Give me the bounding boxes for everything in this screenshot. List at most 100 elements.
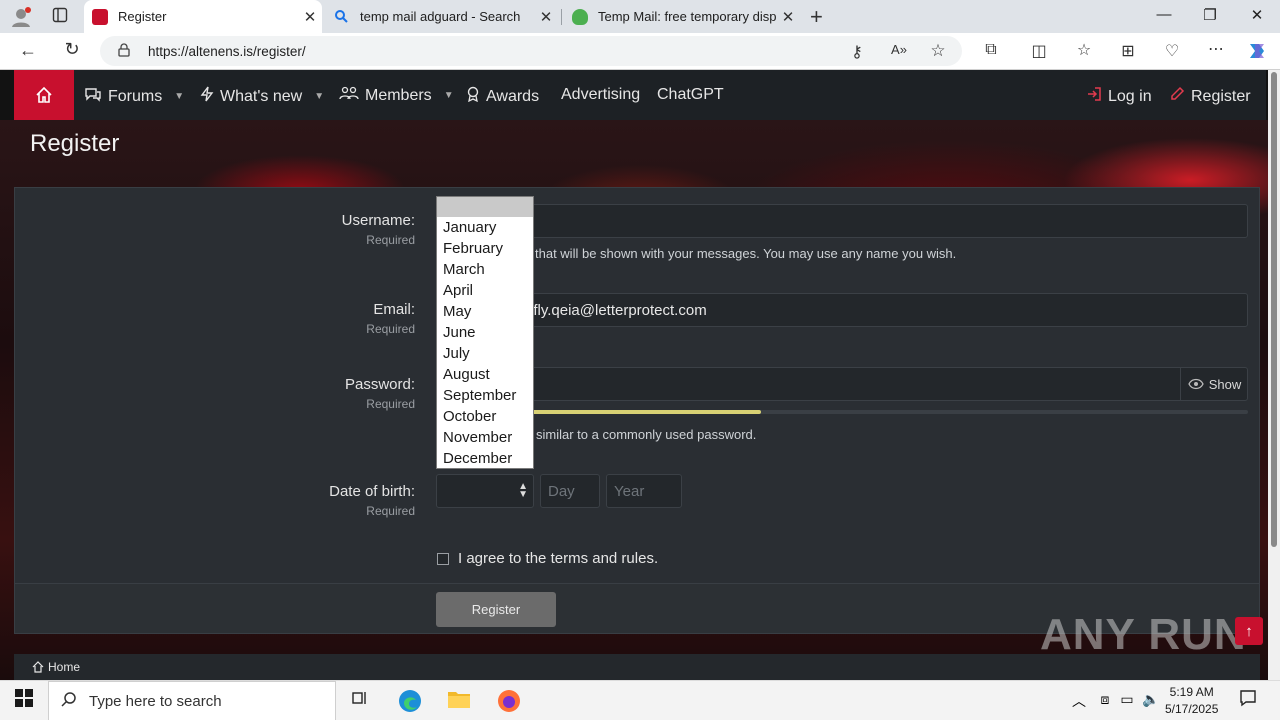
firefox-icon[interactable] [494,689,524,718]
key-icon[interactable]: ⚷ [846,42,868,62]
dob-label: Date of birth: [329,483,415,500]
back-icon[interactable]: ← [17,40,39,61]
email-label: Email: [373,301,415,318]
minimize-icon[interactable]: — [1154,6,1174,23]
password-label-block: Password: Required [15,376,415,411]
copilot-icon[interactable] [1246,40,1268,67]
close-tab-icon[interactable]: ✕ [776,8,800,26]
shield-favicon-icon [572,8,588,25]
close-tab-icon[interactable]: ✕ [298,8,322,26]
tab-bar: Register ✕ temp mail adguard - Search ✕ … [0,0,1280,33]
url-field[interactable]: https://altenens.is/register/ ⚷ A» ☆ [100,36,962,66]
month-option[interactable]: August [437,364,533,385]
year-input[interactable]: Year [606,474,682,508]
tab-actions-icon[interactable] [52,7,68,27]
users-icon [339,86,359,105]
username-label: Username: [341,212,415,229]
favorite-star-icon[interactable]: ☆ [927,41,949,61]
nav-awards[interactable]: Awards [466,86,539,107]
month-option[interactable]: September [437,385,533,406]
nav-forums[interactable]: Forums ▼ [84,86,184,107]
username-label-block: Username: Required [15,212,415,247]
nav-advertising[interactable]: Advertising [561,86,640,104]
more-menu-icon[interactable]: ⋯ [1205,39,1227,59]
search-favicon-icon [334,9,350,25]
month-option[interactable]: June [437,322,533,343]
lock-icon [118,43,130,57]
nav-members[interactable]: Members ▼ [339,86,454,105]
refresh-icon[interactable]: ↻ [61,39,83,60]
nav-chatgpt[interactable]: ChatGPT [657,86,724,104]
taskbar-clock[interactable]: 5:19 AM 5/17/2025 [1165,684,1218,718]
dropdown-blank-option[interactable] [437,197,533,217]
password-label: Password: [344,376,415,393]
anyrun-watermark: ANY RUN [1040,610,1247,659]
month-select[interactable]: ▲ ▼ [436,474,534,508]
volume-icon[interactable]: 🔈 [1136,691,1166,708]
nav-register[interactable]: Register [1169,86,1251,107]
close-tab-icon[interactable]: ✕ [534,8,558,26]
taskbar-search-placeholder: Type here to search [89,692,222,710]
search-icon [61,691,77,711]
chevron-down-icon[interactable]: ▼ [174,91,184,102]
email-field[interactable]: efly.qeia@letterprotect.com [436,293,1248,327]
username-field[interactable] [436,204,1248,238]
profile-icon[interactable] [10,6,32,32]
terms-checkbox[interactable] [437,553,449,565]
nav-whats-new[interactable]: What's new ▼ [200,86,324,107]
edge-icon[interactable] [395,689,425,718]
chat-bubbles-icon [84,86,102,107]
month-option[interactable]: November [437,427,533,448]
taskbar-search[interactable]: Type here to search [48,681,336,720]
extensions-icon[interactable]: ⧉ [980,41,1002,59]
terms-label[interactable]: I agree to the terms and rules. [458,550,658,567]
tab-temp-mail[interactable]: Temp Mail: free temporary dispo ✕ [564,0,800,33]
home-button[interactable] [14,70,74,120]
task-view-icon[interactable] [345,689,375,712]
month-option[interactable]: March [437,259,533,280]
day-placeholder: Day [548,483,575,500]
month-option[interactable]: January [437,217,533,238]
month-option[interactable]: December [437,448,533,469]
close-window-icon[interactable]: ✕ [1247,6,1267,24]
taskbar: Type here to search ︿ ⧈ ▭ 🔈 5:19 AM 5/17… [0,680,1280,720]
scroll-to-top-button[interactable]: ↑ [1235,617,1263,645]
new-tab-icon[interactable]: + [810,4,823,30]
nav-label: Log in [1108,87,1152,105]
restore-icon[interactable]: ❐ [1200,6,1220,24]
browser-essentials-icon[interactable]: ♡ [1161,41,1183,61]
nav-label: Members [365,86,432,104]
show-password-button[interactable]: Show [1180,367,1248,401]
month-option[interactable]: May [437,301,533,322]
nav-label: Register [1191,87,1251,105]
tab-register[interactable]: Register ✕ [84,0,322,33]
chevron-down-icon[interactable]: ▼ [314,91,324,102]
collections-icon[interactable]: ⊞ [1117,41,1139,61]
windows-start-icon[interactable] [9,689,39,712]
notifications-icon[interactable] [1233,689,1263,712]
month-option[interactable]: July [437,343,533,364]
chevron-down-icon[interactable]: ▼ [444,90,454,101]
month-option[interactable]: October [437,406,533,427]
file-explorer-icon[interactable] [444,689,474,714]
email-label-block: Email: Required [15,301,415,336]
email-value: efly.qeia@letterprotect.com [525,302,707,319]
day-input[interactable]: Day [540,474,600,508]
nav-label: Forums [108,87,163,105]
page-scrollbar[interactable] [1268,70,1280,680]
scrollbar-thumb[interactable] [1271,72,1277,547]
password-field[interactable] [436,367,1248,401]
month-option[interactable]: April [437,280,533,301]
show-label: Show [1208,376,1242,392]
nav-label: Advertising [561,86,641,103]
nav-login[interactable]: Log in [1086,86,1152,107]
home-icon [36,86,52,103]
split-screen-icon[interactable]: ◫ [1028,41,1050,61]
month-dropdown[interactable]: January February March April May June Ju… [436,196,534,469]
read-aloud-icon[interactable]: A» [888,42,910,57]
month-option[interactable]: February [437,238,533,259]
tab-search[interactable]: temp mail adguard - Search ✕ [326,0,558,33]
breadcrumb-home[interactable]: Home [32,660,80,674]
favorites-icon[interactable]: ☆ [1073,40,1095,60]
register-submit-button[interactable]: Register [436,592,556,627]
